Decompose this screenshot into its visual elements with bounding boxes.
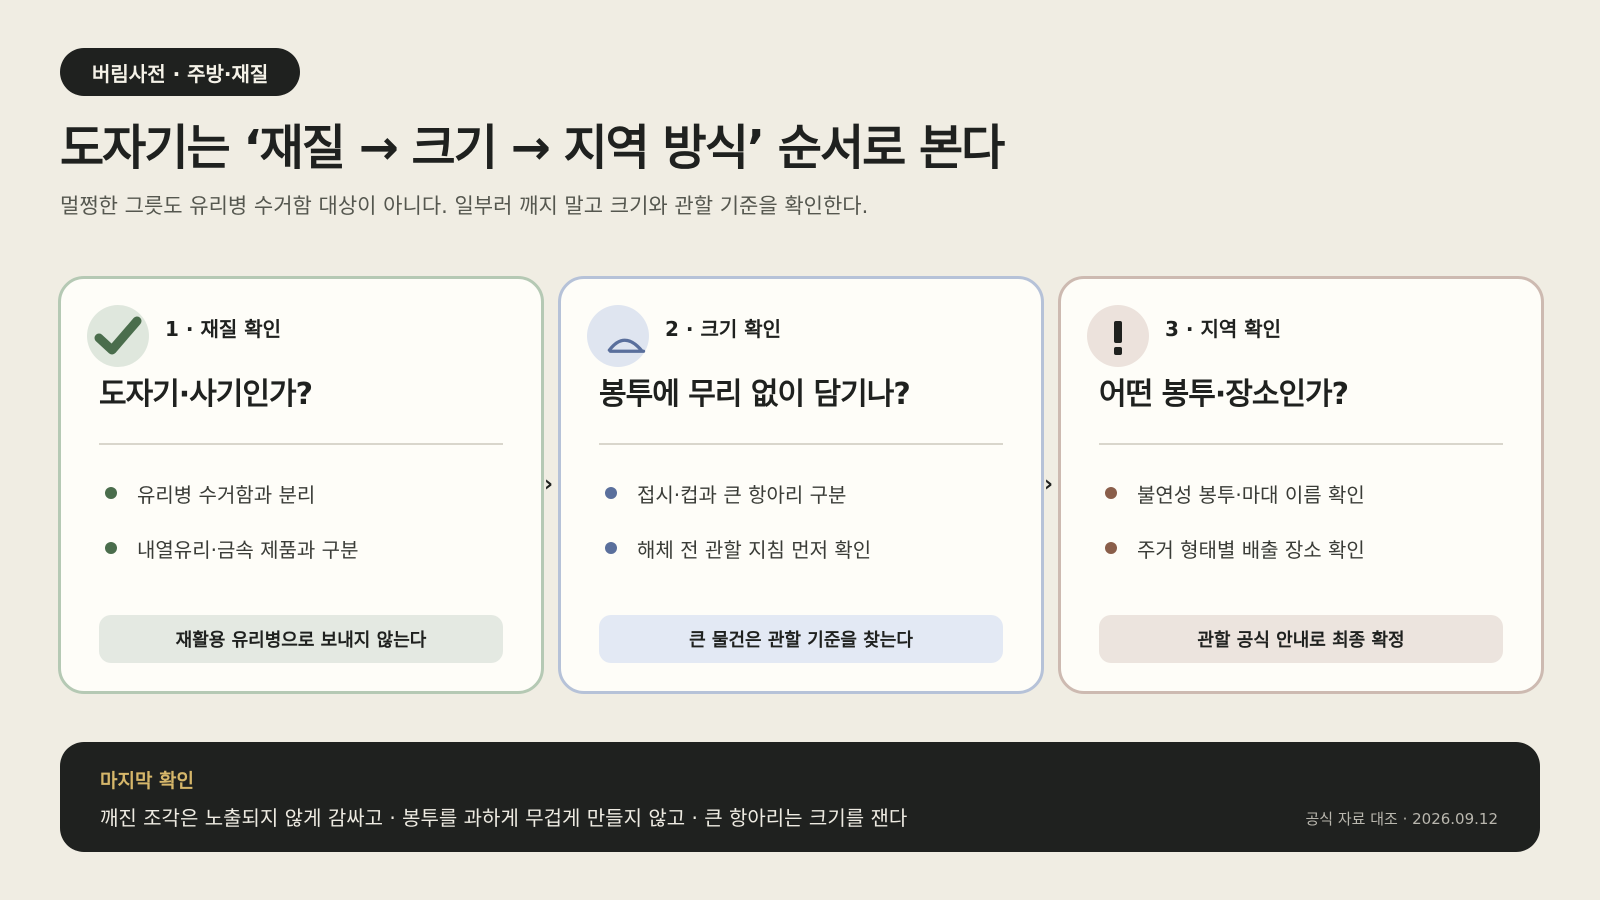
step-card-material: 1 · 재질 확인 도자기·사기인가? 유리병 수거함과 분리 내열유리·금속 …	[58, 276, 544, 694]
bullet-list: 불연성 봉투·마대 이름 확인 주거 형태별 배출 장소 확인	[1105, 479, 1365, 589]
list-item: 주거 형태별 배출 장소 확인	[1105, 534, 1365, 562]
list-item: 유리병 수거함과 분리	[105, 479, 358, 507]
final-check-text: 깨진 조각은 노출되지 않게 감싸고 · 봉투를 과하게 무겁게 만들지 않고 …	[100, 806, 908, 830]
step-question: 도자기·사기인가?	[99, 377, 313, 412]
divider	[99, 443, 503, 445]
bullet-dot	[105, 487, 117, 499]
step-label: 3 · 지역 확인	[1165, 317, 1282, 341]
step-label: 1 · 재질 확인	[165, 317, 282, 341]
step-question: 봉투에 무리 없이 담기나?	[599, 377, 911, 412]
bullet-list: 접시·컵과 큰 항아리 구분 해체 전 관할 지침 먼저 확인	[605, 479, 871, 589]
final-check-label: 마지막 확인	[100, 770, 195, 792]
list-item: 해체 전 관할 지침 먼저 확인	[605, 534, 871, 562]
bullet-dot	[105, 542, 117, 554]
step-label: 2 · 크기 확인	[665, 317, 782, 341]
source-date: 공식 자료 대조 · 2026.09.12	[1305, 810, 1498, 828]
divider	[599, 443, 1003, 445]
list-item: 내열유리·금속 제품과 구분	[105, 534, 358, 562]
exclamation-icon	[1087, 305, 1149, 367]
chevron-right-icon: ›	[544, 472, 554, 497]
divider	[1099, 443, 1503, 445]
step-card-region: 3 · 지역 확인 어떤 봉투·장소인가? 불연성 봉투·마대 이름 확인 주거…	[1058, 276, 1544, 694]
bullet-dot	[605, 542, 617, 554]
bullet-list: 유리병 수거함과 분리 내열유리·금속 제품과 구분	[105, 479, 358, 589]
bullet-dot	[605, 487, 617, 499]
list-item: 접시·컵과 큰 항아리 구분	[605, 479, 871, 507]
bowl-icon	[587, 305, 649, 367]
page-subtitle: 멀쩡한 그릇도 유리병 수거함 대상이 아니다. 일부러 깨지 말고 크기와 관…	[60, 194, 869, 218]
action-pill: 큰 물건은 관할 기준을 찾는다	[599, 615, 1003, 663]
final-check-panel: 마지막 확인 깨진 조각은 노출되지 않게 감싸고 · 봉투를 과하게 무겁게 …	[60, 742, 1540, 852]
check-icon	[87, 305, 149, 367]
bullet-dot	[1105, 487, 1117, 499]
bullet-dot	[1105, 542, 1117, 554]
category-badge: 버림사전 · 주방·재질	[60, 48, 301, 96]
page-title: 도자기는 ‘재질 → 크기 → 지역 방식’ 순서로 본다	[60, 120, 1005, 176]
action-pill: 관할 공식 안내로 최종 확정	[1099, 615, 1503, 663]
list-item: 불연성 봉투·마대 이름 확인	[1105, 479, 1365, 507]
step-card-size: 2 · 크기 확인 봉투에 무리 없이 담기나? 접시·컵과 큰 항아리 구분 …	[558, 276, 1044, 694]
action-pill: 재활용 유리병으로 보내지 않는다	[99, 615, 503, 663]
step-question: 어떤 봉투·장소인가?	[1099, 377, 1349, 412]
chevron-right-icon: ›	[1044, 472, 1054, 497]
